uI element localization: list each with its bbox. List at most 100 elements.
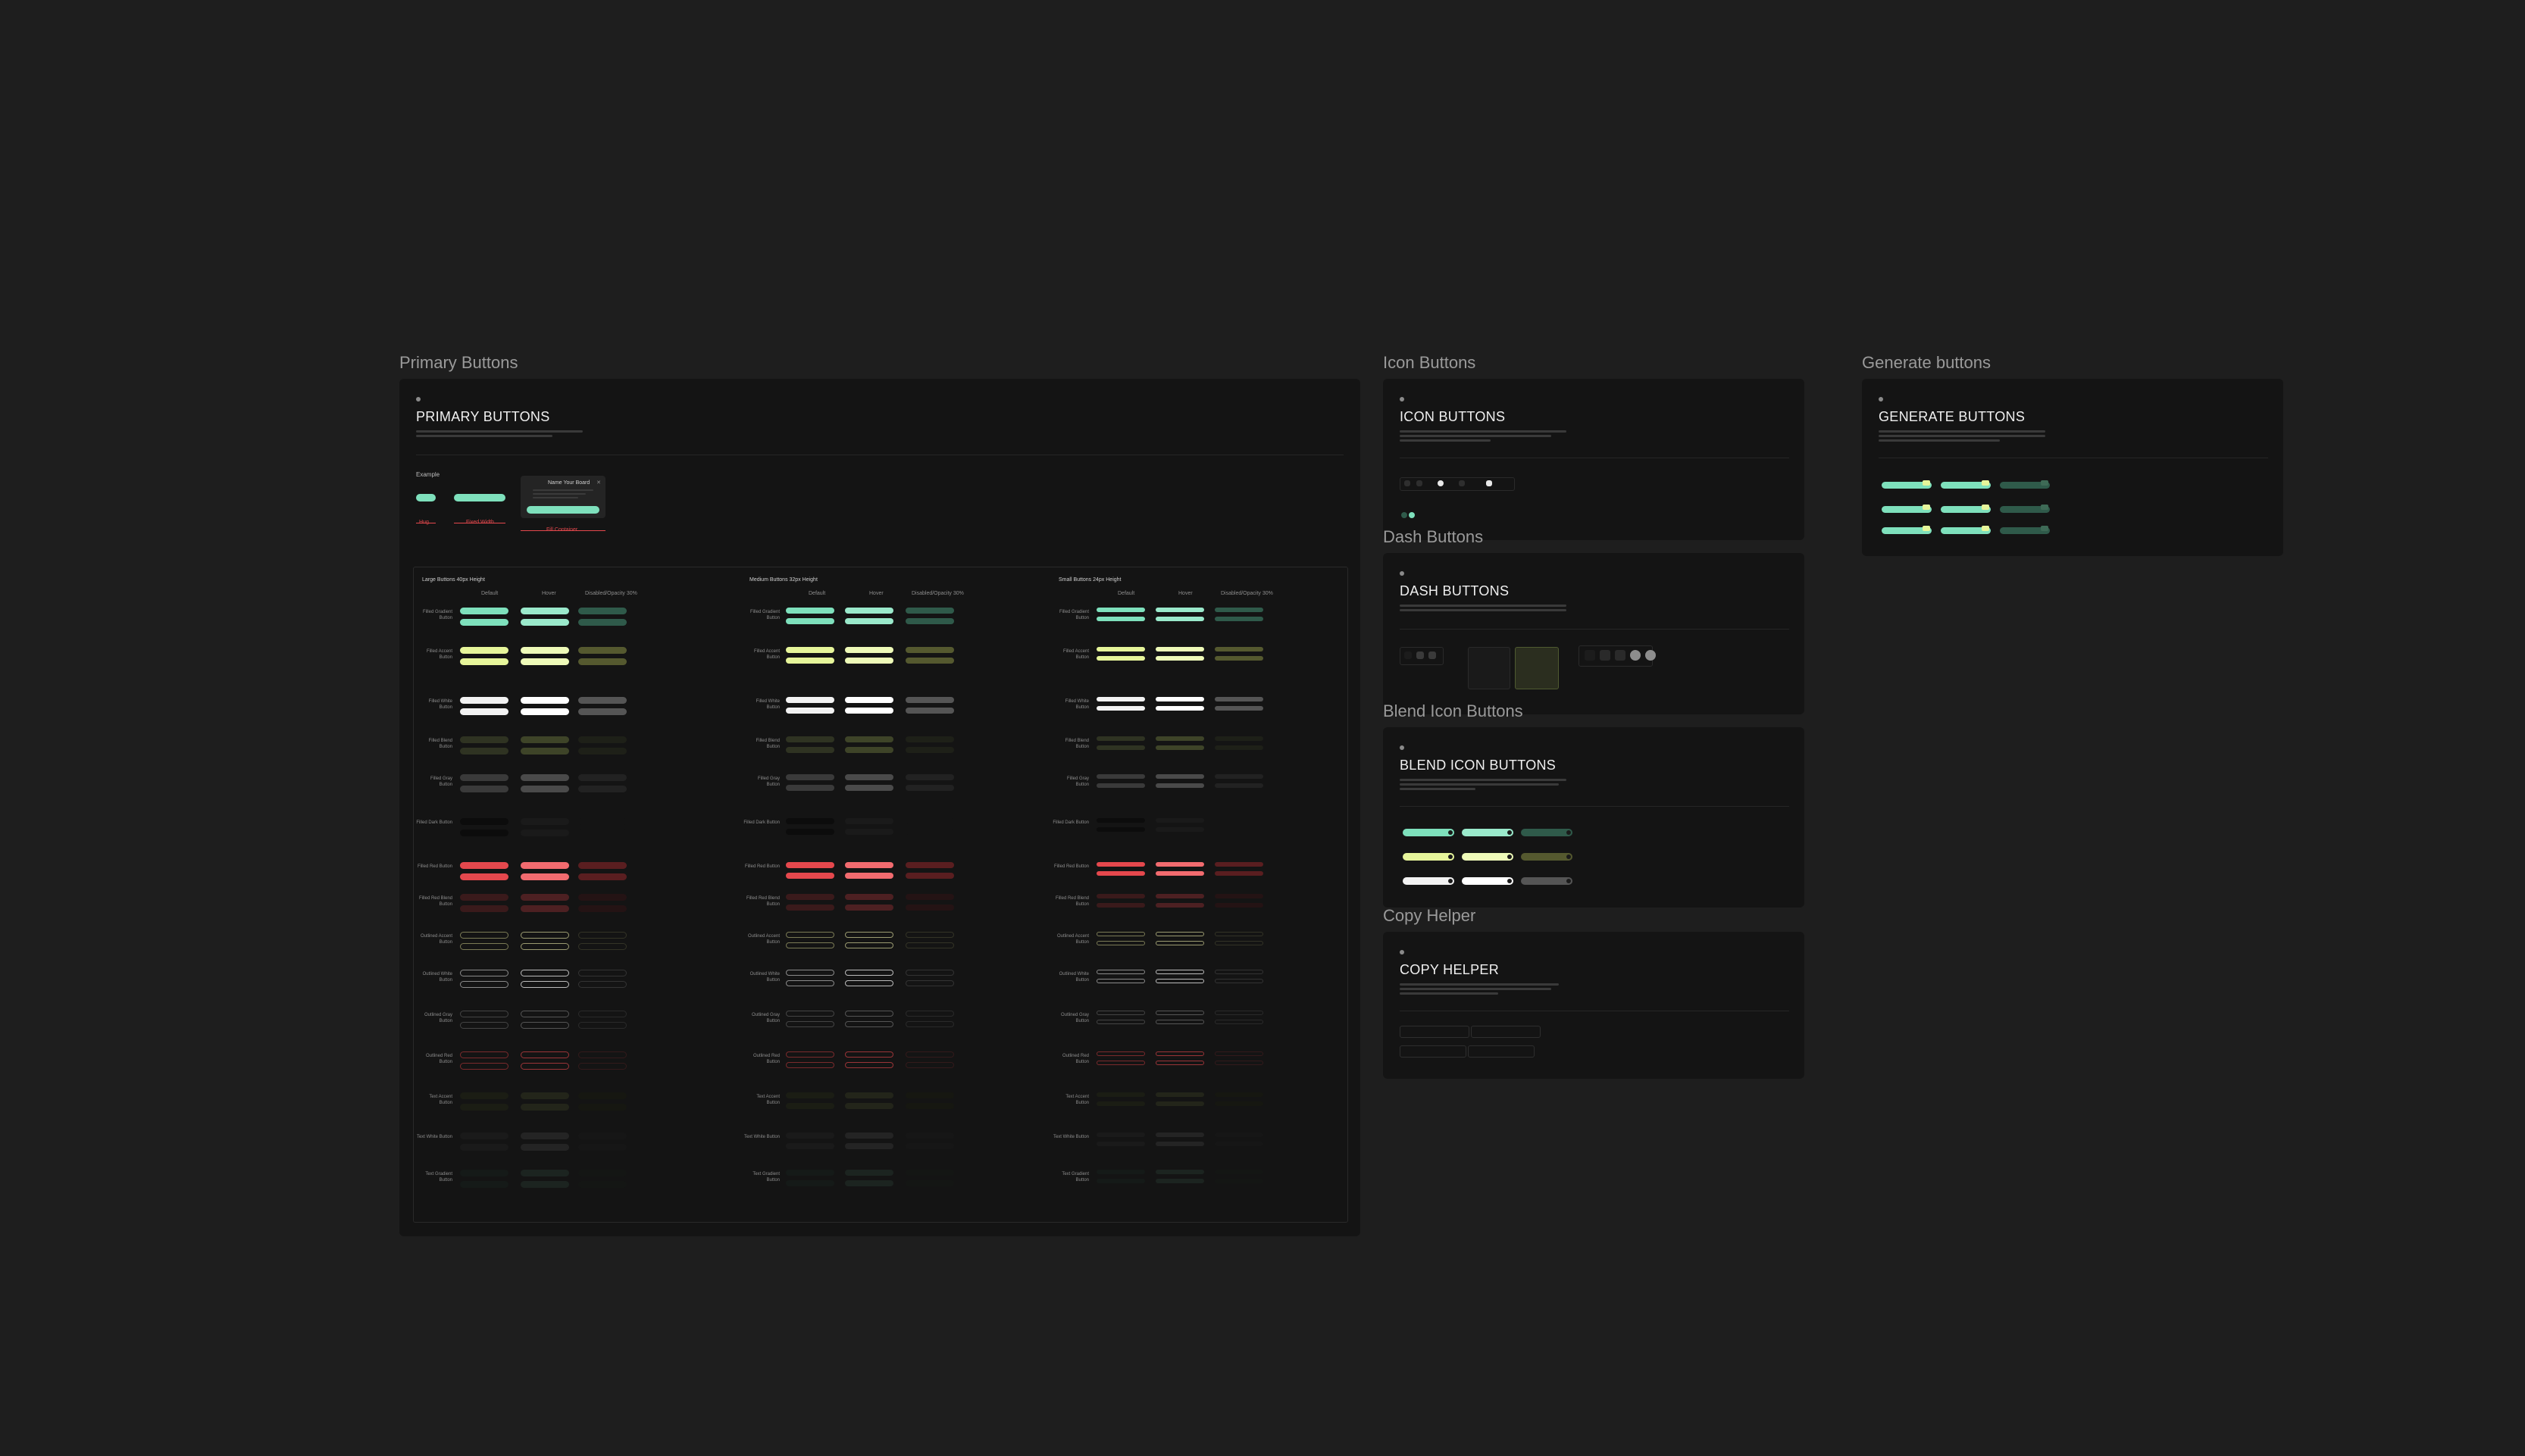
- default-button[interactable]: [786, 658, 834, 664]
- hover-button[interactable]: [845, 1051, 893, 1058]
- default-button[interactable]: [460, 647, 508, 654]
- blend-icon-button[interactable]: [1462, 877, 1513, 885]
- default-button[interactable]: [1097, 706, 1145, 711]
- hover-button[interactable]: [845, 980, 893, 986]
- hover-button[interactable]: [521, 619, 569, 626]
- hover-button[interactable]: [521, 894, 569, 901]
- circle-icon[interactable]: [1438, 480, 1444, 486]
- hover-button[interactable]: [1156, 871, 1204, 876]
- default-button[interactable]: [460, 970, 508, 976]
- hover-button[interactable]: [845, 1103, 893, 1109]
- hover-button[interactable]: [521, 1181, 569, 1188]
- hover-button[interactable]: [845, 970, 893, 976]
- default-button[interactable]: [460, 658, 508, 665]
- default-button[interactable]: [786, 905, 834, 911]
- default-button[interactable]: [1097, 1051, 1145, 1056]
- default-button[interactable]: [1097, 932, 1145, 936]
- hover-button[interactable]: [845, 618, 893, 624]
- example-hug-button[interactable]: [416, 494, 436, 501]
- hover-button[interactable]: [845, 658, 893, 664]
- generate-button[interactable]: [1882, 480, 1932, 489]
- hover-button[interactable]: [1156, 1133, 1204, 1137]
- default-button[interactable]: [460, 818, 508, 825]
- hover-button[interactable]: [845, 647, 893, 653]
- hover-button[interactable]: [1156, 1092, 1204, 1097]
- default-button[interactable]: [786, 862, 834, 868]
- default-button[interactable]: [460, 1063, 508, 1070]
- hover-button[interactable]: [1156, 1061, 1204, 1065]
- hover-button[interactable]: [1156, 783, 1204, 788]
- default-button[interactable]: [460, 894, 508, 901]
- default-button[interactable]: [460, 697, 508, 704]
- default-button[interactable]: [1097, 1061, 1145, 1065]
- hover-button[interactable]: [521, 1063, 569, 1070]
- copy-chip[interactable]: [1400, 1026, 1469, 1038]
- default-button[interactable]: [786, 1170, 834, 1176]
- default-button[interactable]: [1097, 979, 1145, 983]
- copy-chip[interactable]: [1400, 1045, 1466, 1058]
- default-button[interactable]: [460, 736, 508, 743]
- hover-button[interactable]: [521, 658, 569, 665]
- default-button[interactable]: [786, 932, 834, 938]
- default-button[interactable]: [786, 829, 834, 835]
- hover-button[interactable]: [845, 1011, 893, 1017]
- hover-button[interactable]: [521, 1011, 569, 1017]
- default-button[interactable]: [786, 1103, 834, 1109]
- default-button[interactable]: [786, 1062, 834, 1068]
- default-button[interactable]: [786, 894, 834, 900]
- hover-button[interactable]: [1156, 774, 1204, 779]
- hover-button[interactable]: [1156, 697, 1204, 701]
- hover-button[interactable]: [845, 1143, 893, 1149]
- default-button[interactable]: [1097, 617, 1145, 621]
- arrow-icon[interactable]: [1416, 480, 1422, 486]
- default-button[interactable]: [460, 905, 508, 912]
- hover-button[interactable]: [845, 894, 893, 900]
- generate-button[interactable]: [1941, 505, 1991, 513]
- hover-button[interactable]: [845, 1092, 893, 1098]
- hover-button[interactable]: [1156, 818, 1204, 823]
- hover-button[interactable]: [1156, 1101, 1204, 1106]
- hover-button[interactable]: [845, 932, 893, 938]
- hover-button[interactable]: [1156, 647, 1204, 651]
- default-button[interactable]: [786, 1011, 834, 1017]
- default-button[interactable]: [786, 818, 834, 824]
- hover-button[interactable]: [845, 1021, 893, 1027]
- hover-button[interactable]: [521, 1133, 569, 1139]
- default-button[interactable]: [1097, 894, 1145, 898]
- default-button[interactable]: [460, 873, 508, 880]
- default-button[interactable]: [786, 697, 834, 703]
- hover-button[interactable]: [521, 1022, 569, 1029]
- default-button[interactable]: [1097, 647, 1145, 651]
- default-button[interactable]: [1097, 1179, 1145, 1183]
- hover-button[interactable]: [845, 873, 893, 879]
- hover-button[interactable]: [521, 786, 569, 792]
- blend-icon-button[interactable]: [1462, 853, 1513, 861]
- hover-button[interactable]: [845, 942, 893, 948]
- hover-button[interactable]: [1156, 617, 1204, 621]
- hover-button[interactable]: [521, 905, 569, 912]
- default-button[interactable]: [1097, 1170, 1145, 1174]
- hover-button[interactable]: [845, 862, 893, 868]
- hover-button[interactable]: [521, 932, 569, 939]
- default-button[interactable]: [1097, 871, 1145, 876]
- default-button[interactable]: [786, 774, 834, 780]
- dash-card[interactable]: [1468, 647, 1510, 689]
- toggle-icon[interactable]: [1401, 512, 1407, 518]
- default-button[interactable]: [1097, 1142, 1145, 1146]
- default-button[interactable]: [460, 932, 508, 939]
- default-button[interactable]: [460, 619, 508, 626]
- hover-button[interactable]: [845, 697, 893, 703]
- default-button[interactable]: [786, 736, 834, 742]
- default-button[interactable]: [1097, 827, 1145, 832]
- default-button[interactable]: [1097, 1133, 1145, 1137]
- hover-button[interactable]: [1156, 656, 1204, 661]
- default-button[interactable]: [460, 1011, 508, 1017]
- hover-button[interactable]: [521, 1144, 569, 1151]
- default-button[interactable]: [460, 1133, 508, 1139]
- hover-button[interactable]: [521, 1051, 569, 1058]
- hover-button[interactable]: [521, 748, 569, 755]
- hover-button[interactable]: [521, 981, 569, 988]
- hover-button[interactable]: [1156, 1020, 1204, 1024]
- default-button[interactable]: [786, 1180, 834, 1186]
- hover-button[interactable]: [845, 1170, 893, 1176]
